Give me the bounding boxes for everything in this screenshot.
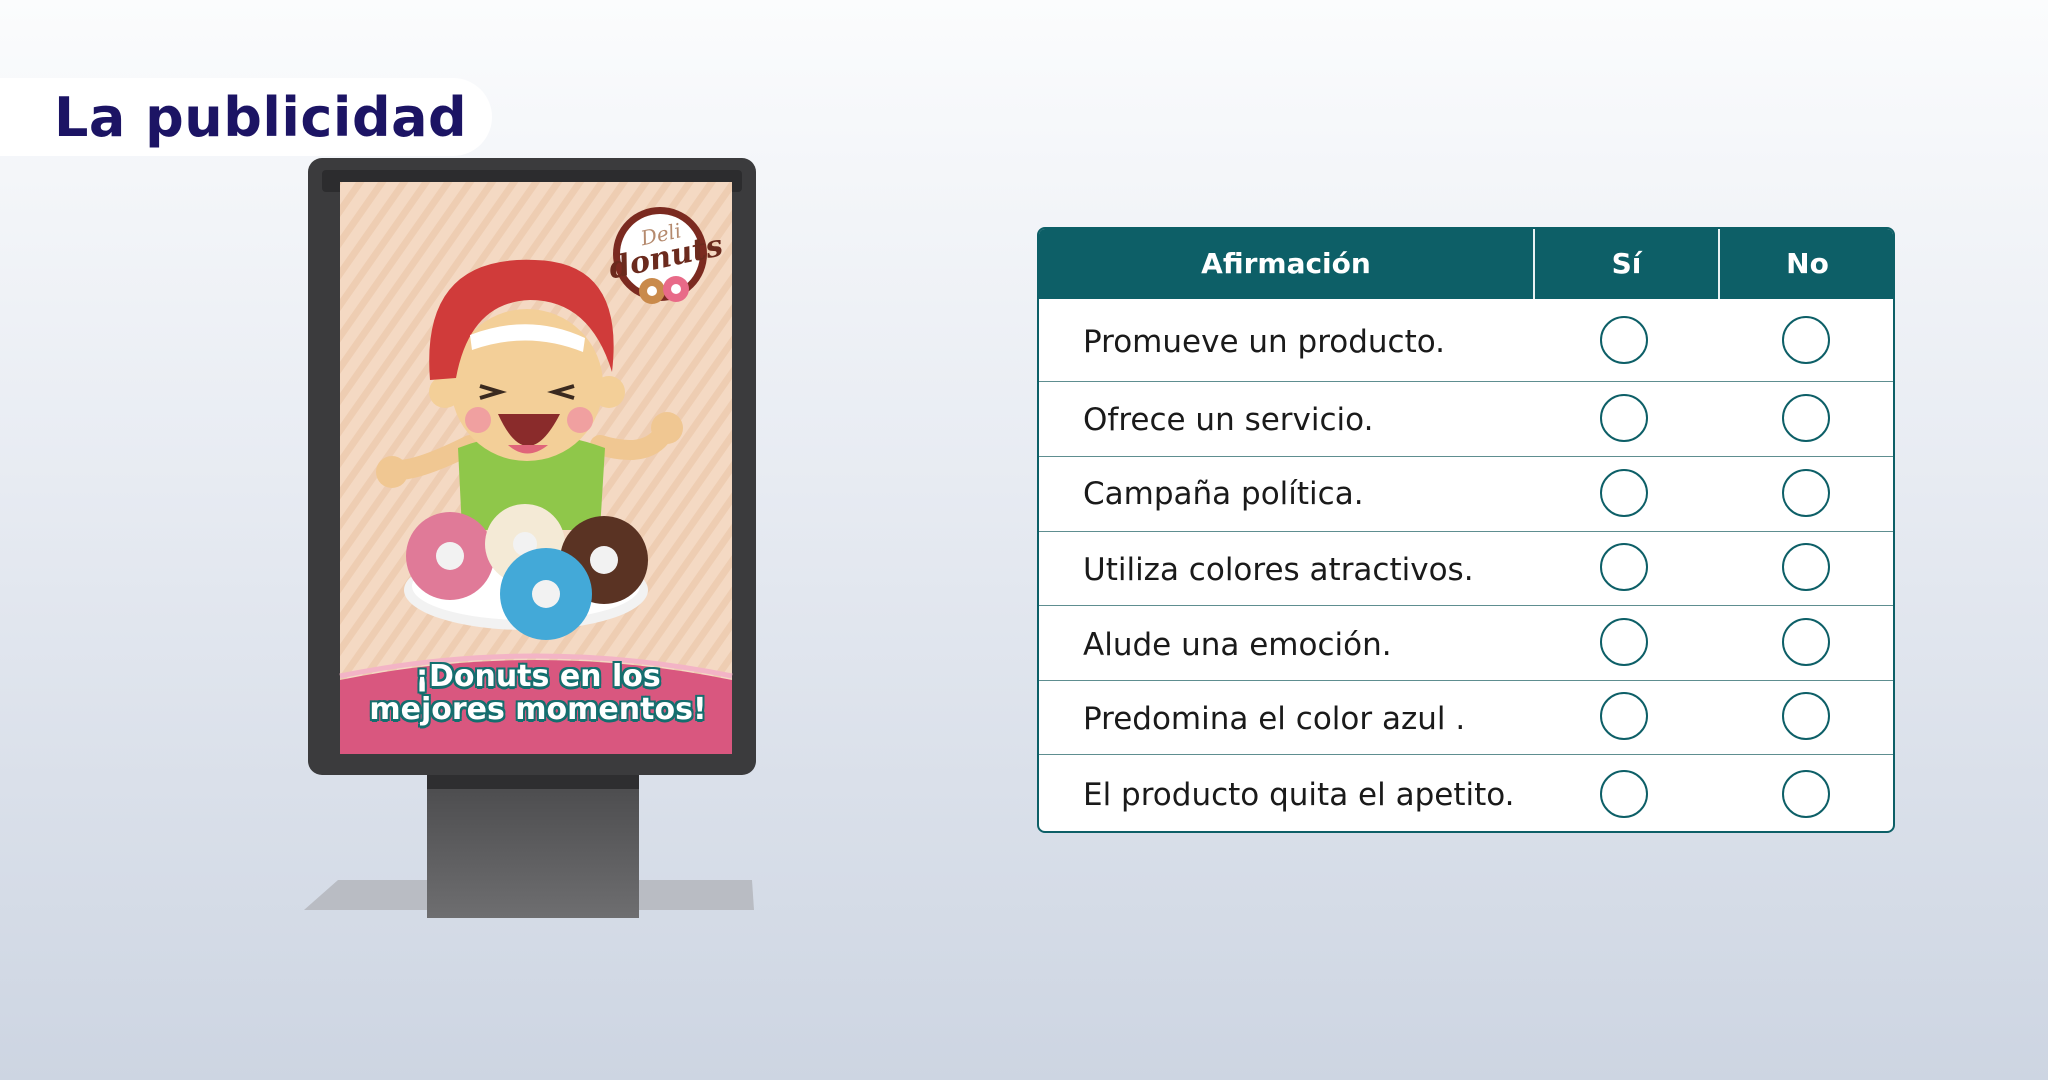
table-row: El producto quita el apetito. (1039, 754, 1893, 831)
radio-no[interactable] (1782, 316, 1830, 364)
radio-no[interactable] (1782, 394, 1830, 442)
radio-no[interactable] (1782, 469, 1830, 517)
table-row: Promueve un producto. (1039, 299, 1893, 381)
radio-si[interactable] (1600, 770, 1648, 818)
radio-no[interactable] (1782, 618, 1830, 666)
page-background: La publicidad Deli donuts ¡Donuts en los… (0, 0, 2048, 1080)
radio-no[interactable] (1782, 770, 1830, 818)
radio-no[interactable] (1782, 692, 1830, 740)
statement-text: Promueve un producto. (1083, 324, 1446, 360)
radio-si[interactable] (1600, 394, 1648, 442)
slogan-line-2: mejores momentos! (369, 692, 707, 727)
radio-si[interactable] (1600, 469, 1648, 517)
statement-text: Alude una emoción. (1083, 627, 1392, 663)
statement-text: Utiliza colores atractivos. (1083, 552, 1474, 588)
radio-no[interactable] (1782, 543, 1830, 591)
statement-text: Predomina el color azul . (1083, 701, 1466, 737)
table-header: Afirmación Sí No (1039, 229, 1893, 299)
header-afirmacion: Afirmación (1201, 247, 1371, 280)
poster-slogan: ¡Donuts en los mejores momentos! (338, 660, 738, 726)
billboard-stand (427, 775, 639, 918)
donuts-plate (404, 504, 648, 640)
table-row: Campaña política. (1039, 456, 1893, 531)
assessment-table: Afirmación Sí No Promueve un producto. O… (1037, 227, 1895, 833)
radio-si[interactable] (1600, 316, 1648, 364)
statement-text: Campaña política. (1083, 476, 1364, 512)
table-row: Predomina el color azul . (1039, 680, 1893, 754)
page-title: La publicidad (54, 86, 468, 149)
table-row: Alude una emoción. (1039, 605, 1893, 680)
radio-si[interactable] (1600, 543, 1648, 591)
header-no: No (1786, 247, 1829, 280)
radio-si[interactable] (1600, 692, 1648, 740)
statement-text: El producto quita el apetito. (1083, 777, 1515, 813)
child-illustration (376, 259, 683, 530)
table-row: Utiliza colores atractivos. (1039, 531, 1893, 605)
logo-text: Deli donuts (600, 210, 728, 287)
slogan-line-1: ¡Donuts en los (415, 659, 661, 694)
header-si: Sí (1611, 247, 1642, 280)
floor-shadow (304, 880, 754, 910)
radio-si[interactable] (1600, 618, 1648, 666)
statement-text: Ofrece un servicio. (1083, 402, 1374, 438)
table-row: Ofrece un servicio. (1039, 381, 1893, 456)
